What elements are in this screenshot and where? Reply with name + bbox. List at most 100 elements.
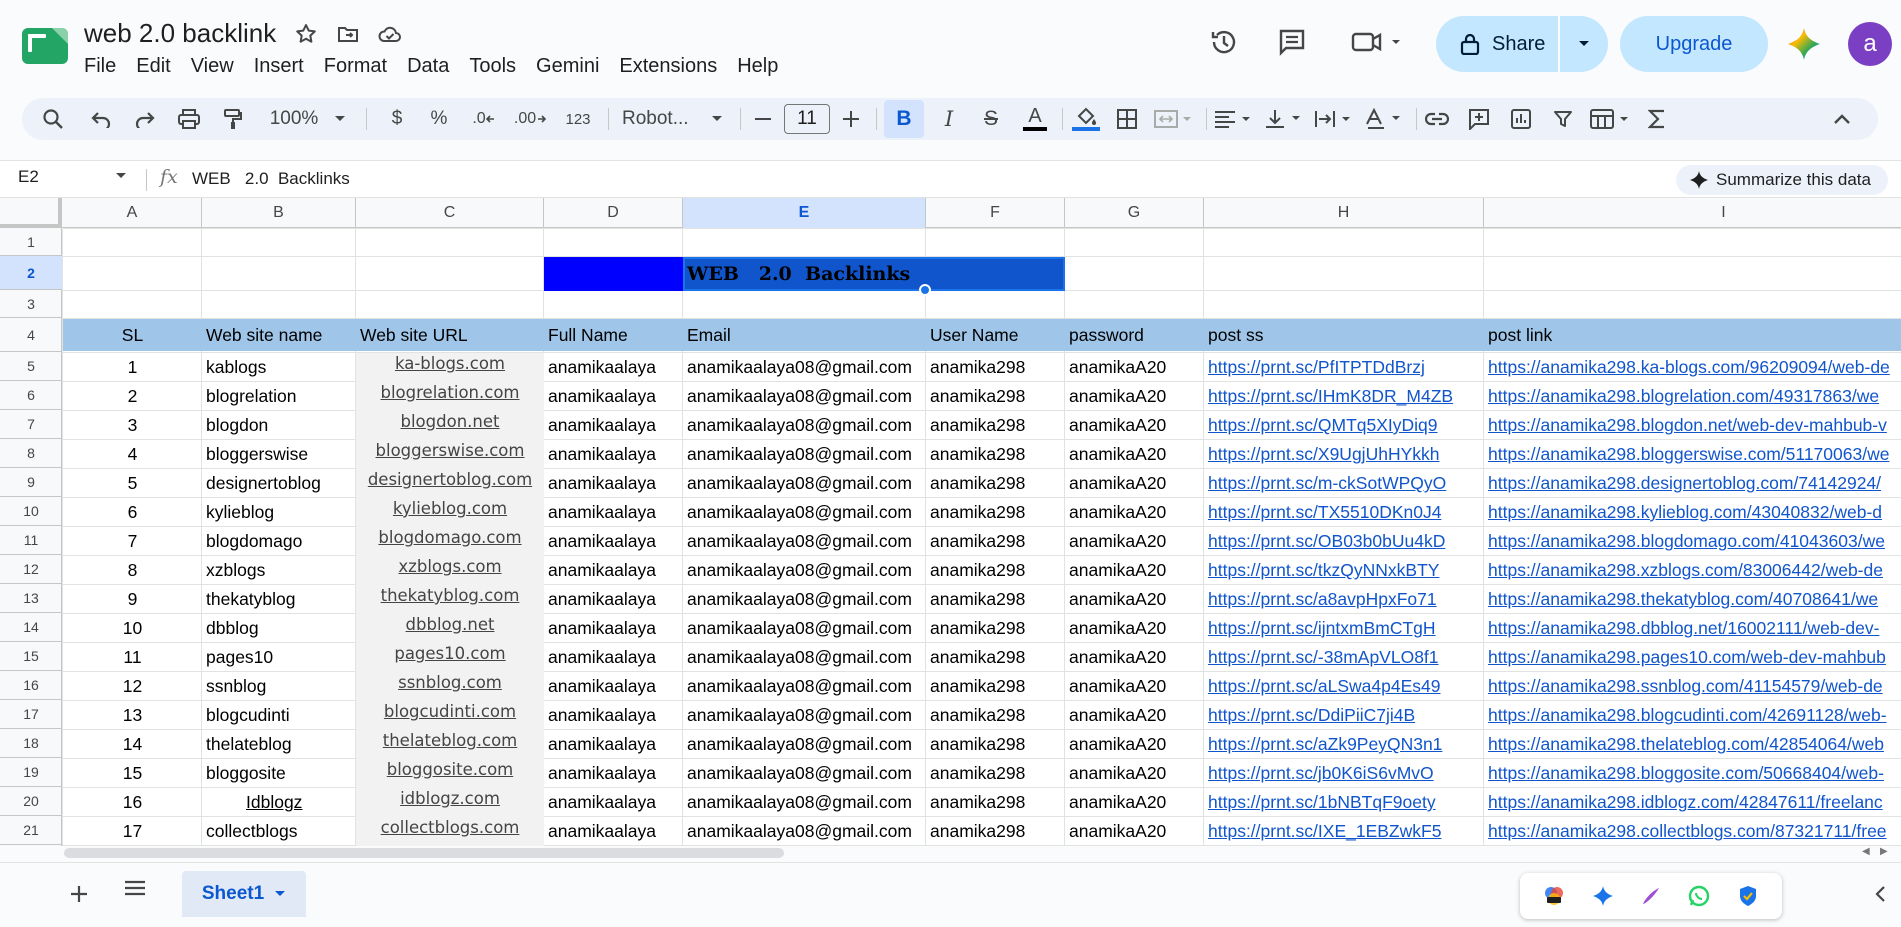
italic-button[interactable]: I [934, 98, 964, 140]
table-cell[interactable]: anamikaalaya08@gmail.com [683, 556, 926, 585]
column-header-g[interactable]: G [1065, 198, 1204, 228]
table-cell[interactable]: anamikaalaya [544, 730, 683, 759]
table-cell[interactable]: https://anamika298.thelateblog.com/42854… [1484, 730, 1901, 759]
table-cell[interactable]: anamikaalaya [544, 643, 683, 672]
table-cell[interactable]: anamika298 [926, 585, 1065, 614]
extension-app-icon[interactable] [1541, 883, 1567, 909]
table-cell[interactable]: 3 [63, 411, 202, 440]
row-header-20[interactable]: 20 [0, 787, 62, 816]
table-cell[interactable]: anamikaalaya [544, 469, 683, 498]
table-header-cell[interactable]: post ss [1204, 319, 1484, 351]
column-header-i[interactable]: I [1484, 198, 1901, 228]
sheet-tab-sheet1[interactable]: Sheet1 [182, 871, 306, 917]
table-cell[interactable]: blogrelation [202, 382, 356, 411]
table-cell[interactable]: 12 [63, 672, 202, 701]
scroll-right-icon[interactable]: ▶ [1880, 846, 1888, 857]
column-header-f[interactable]: F [926, 198, 1065, 228]
table-cell[interactable]: anamika298 [926, 701, 1065, 730]
table-cell[interactable]: anamika298 [926, 440, 1065, 469]
table-cell[interactable]: anamikaA20 [1065, 817, 1204, 846]
sheets-logo-icon[interactable] [22, 28, 68, 64]
table-cell[interactable]: anamikaalaya08@gmail.com [683, 527, 926, 556]
upgrade-button[interactable]: Upgrade [1620, 16, 1768, 72]
table-header-cell[interactable]: Web site URL [356, 319, 544, 351]
table-cell[interactable]: pages10 [202, 643, 356, 672]
table-cell[interactable]: anamikaalaya [544, 788, 683, 817]
title-fill-cell[interactable] [544, 257, 683, 291]
table-cell[interactable]: ssnblog [202, 672, 356, 701]
row-header-9[interactable]: 9 [0, 468, 62, 497]
table-cell[interactable]: https://anamika298.blogdomago.com/410436… [1484, 527, 1901, 556]
functions-icon[interactable] [1642, 98, 1672, 140]
table-cell[interactable]: anamikaalaya08@gmail.com [683, 353, 926, 382]
insert-comment-icon[interactable] [1464, 98, 1494, 140]
insert-link-icon[interactable] [1422, 98, 1452, 140]
table-cell[interactable]: anamikaalaya08@gmail.com [683, 411, 926, 440]
zoom-dropdown-icon[interactable] [330, 98, 350, 140]
table-cell[interactable]: kylieblog [202, 498, 356, 527]
table-cell[interactable]: anamikaA20 [1065, 556, 1204, 585]
table-cell[interactable]: anamika298 [926, 469, 1065, 498]
table-cell[interactable]: https://prnt.sc/IXE_1EBZwkF5 [1204, 817, 1484, 846]
table-cell[interactable]: anamikaalaya08@gmail.com [683, 759, 926, 788]
column-header-b[interactable]: B [202, 198, 356, 228]
font-family-select[interactable]: Robot... [614, 98, 714, 140]
table-cell[interactable]: anamikaalaya [544, 585, 683, 614]
table-cell[interactable]: anamikaalaya [544, 353, 683, 382]
bold-button[interactable]: B [884, 100, 924, 138]
table-cell[interactable]: anamikaalaya08@gmail.com [683, 585, 926, 614]
pen-extension-icon[interactable] [1638, 883, 1664, 909]
text-wrapping-icon[interactable] [1312, 98, 1356, 140]
select-all-corner[interactable] [0, 198, 62, 228]
row-header-18[interactable]: 18 [0, 729, 62, 758]
table-cell[interactable]: anamika298 [926, 382, 1065, 411]
table-cell[interactable]: anamikaalaya [544, 759, 683, 788]
table-header-cell[interactable]: Full Name [544, 319, 683, 351]
table-cell[interactable]: https://prnt.sc/jb0K6iS6vMvO [1204, 759, 1484, 788]
table-header-cell[interactable]: Web site name [202, 319, 356, 351]
decrease-font-size-icon[interactable] [748, 98, 778, 140]
search-menus-icon[interactable] [36, 98, 70, 140]
table-cell[interactable]: anamikaA20 [1065, 382, 1204, 411]
table-cell[interactable]: https://prnt.sc/OB03b0bUu4kD [1204, 527, 1484, 556]
table-cell[interactable]: anamikaalaya08@gmail.com [683, 788, 926, 817]
table-cell[interactable]: anamikaalaya08@gmail.com [683, 469, 926, 498]
table-cell[interactable]: xzblogs.com [356, 556, 544, 585]
print-icon[interactable] [174, 98, 204, 140]
row-header-1[interactable]: 1 [0, 228, 62, 256]
gemini-spark-icon[interactable] [1786, 26, 1822, 62]
zoom-select[interactable]: 100% [266, 98, 322, 140]
table-cell[interactable]: 10 [63, 614, 202, 643]
text-color-button[interactable]: A [1018, 98, 1052, 140]
table-cell[interactable]: https://anamika298.blogrelation.com/4931… [1484, 382, 1901, 411]
table-cell[interactable]: ssnblog.com [356, 672, 544, 701]
row-header-15[interactable]: 15 [0, 642, 62, 671]
table-cell[interactable]: xzblogs [202, 556, 356, 585]
table-cell[interactable]: https://anamika298.collectblogs.com/8732… [1484, 817, 1901, 846]
row-header-12[interactable]: 12 [0, 555, 62, 584]
row-header-10[interactable]: 10 [0, 497, 62, 526]
table-cell[interactable]: anamikaA20 [1065, 701, 1204, 730]
gemini-sparkle-icon[interactable] [1590, 883, 1616, 909]
cell-area[interactable]: WEB 2.0 Backlinks SL Web site name Web site… [62, 228, 1901, 846]
table-cell[interactable]: Idblogz [202, 788, 356, 817]
table-cell[interactable]: https://prnt.sc/X9UgjUhHYkkh [1204, 440, 1484, 469]
row-header-11[interactable]: 11 [0, 526, 62, 555]
table-cell[interactable]: kylieblog.com [356, 498, 544, 527]
table-cell[interactable]: https://anamika298.dbblog.net/16002111/w… [1484, 614, 1901, 643]
whatsapp-icon[interactable] [1686, 883, 1712, 909]
table-cell[interactable]: anamikaalaya08@gmail.com [683, 730, 926, 759]
table-cell[interactable]: anamikaalaya08@gmail.com [683, 817, 926, 846]
security-extension-icon[interactable] [1735, 883, 1761, 909]
table-cell[interactable]: anamika298 [926, 788, 1065, 817]
side-panel-toggle-icon[interactable] [1874, 885, 1886, 908]
name-box[interactable]: E2 [18, 167, 39, 187]
table-cell[interactable]: 8 [63, 556, 202, 585]
formula-input[interactable]: WEB 2.0 Backlinks [192, 169, 350, 189]
table-cell[interactable]: thelateblog.com [356, 730, 544, 759]
table-cell[interactable]: anamikaalaya08@gmail.com [683, 498, 926, 527]
table-cell[interactable]: 6 [63, 498, 202, 527]
table-cell[interactable]: https://anamika298.ka-blogs.com/96209094… [1484, 353, 1901, 382]
all-sheets-menu-icon[interactable] [124, 879, 146, 902]
add-sheet-icon[interactable] [70, 879, 88, 910]
